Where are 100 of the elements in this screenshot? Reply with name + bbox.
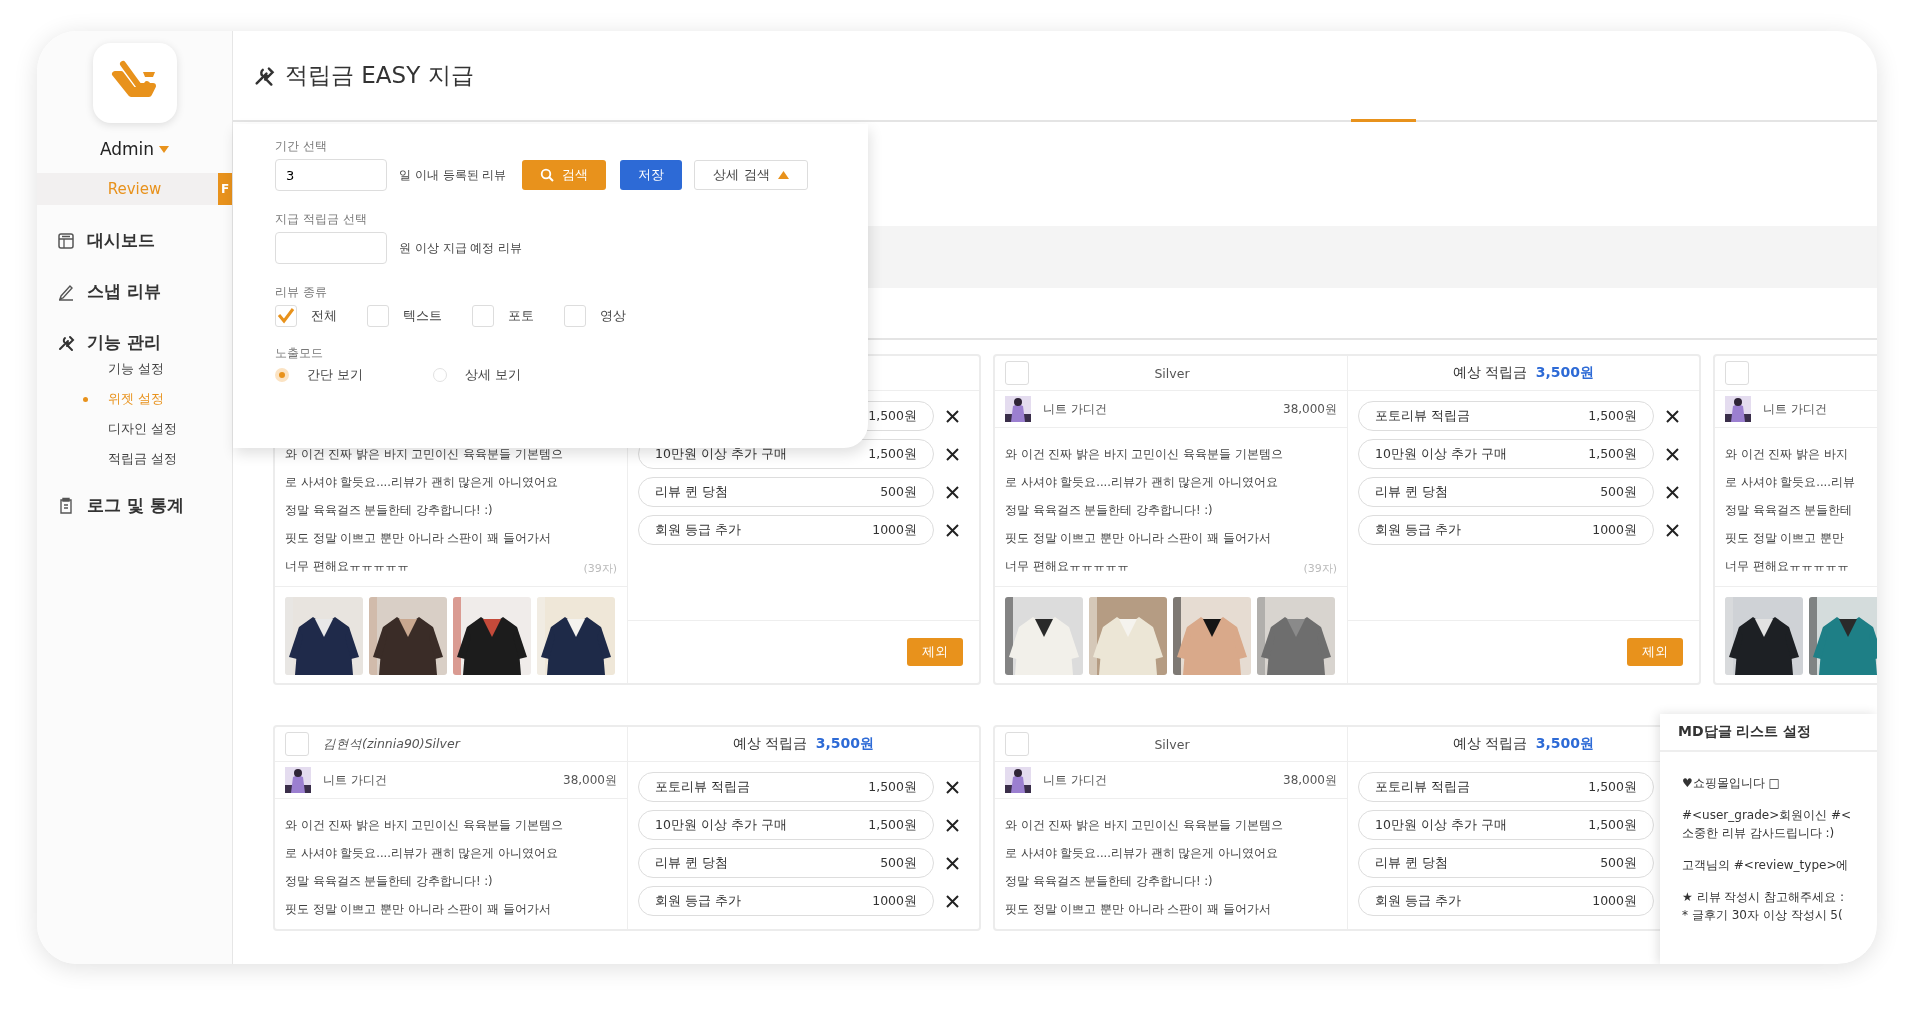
nav-item[interactable]: 대시보드 — [87, 229, 155, 252]
reward-amount: 1000원 — [872, 892, 917, 910]
product-name: 니트 가디건 — [1043, 771, 1107, 789]
field-label: 기간 선택 — [275, 138, 327, 155]
tools-icon — [253, 64, 275, 87]
close-icon[interactable] — [946, 856, 959, 870]
reward-amount: 1,500원 — [868, 816, 917, 834]
review-text-line: 정말 육육걸즈 분들한테 강추합니다! :) — [285, 502, 493, 519]
review-text-line: 로 사셔야 할듯요....리뷰 — [1725, 474, 1855, 491]
review-text-line: 정말 육육걸즈 분들한테 — [1725, 502, 1853, 519]
reward-name: 포토리뷰 적립금 — [1375, 407, 1470, 425]
checkbox[interactable] — [367, 305, 389, 327]
option-label[interactable]: 상세 보기 — [465, 366, 522, 384]
reward-name: 회원 등급 추가 — [1375, 521, 1461, 539]
field-suffix: 원 이상 지급 예정 리뷰 — [399, 239, 523, 257]
reply-text-line: ♥쇼핑몰입니다 □ — [1682, 775, 1781, 792]
close-icon[interactable] — [1666, 485, 1679, 499]
close-icon[interactable] — [1666, 523, 1679, 537]
checkbox[interactable] — [275, 305, 297, 327]
reward-name: 포토리뷰 적립금 — [1375, 778, 1470, 796]
reward-amount: 500원 — [1600, 854, 1637, 872]
pencil-icon — [57, 282, 75, 301]
checkbox[interactable] — [564, 305, 586, 327]
reward-name: 회원 등급 추가 — [655, 892, 741, 910]
option-label[interactable]: 전체 — [311, 307, 337, 325]
input-field[interactable] — [275, 232, 387, 264]
expected-reward: 예상 적립금 3,500원 — [732, 735, 875, 753]
field-suffix: 일 이내 등록된 리뷰 — [399, 166, 507, 184]
reply-text-line: ★ 리뷰 작성시 참고해주세요 : — [1682, 889, 1846, 906]
nav-subitem[interactable]: 적립금 설정 — [98, 450, 178, 468]
advanced-search-button[interactable]: 상세 검색 — [694, 160, 808, 190]
review-text-line: 너무 편해요ㅠㅠㅠㅠㅠ — [1725, 558, 1849, 575]
review-text-line: 핏도 정말 이쁘고 뿐만 아니라 스판이 꽤 들어가서 — [285, 530, 551, 547]
nav-item[interactable]: 로그 및 통계 — [87, 494, 184, 517]
nav-item[interactable]: 기능 관리 — [87, 331, 161, 354]
reward-name: 10만원 이상 추가 구매 — [1375, 445, 1507, 463]
reviewer-name: Silver — [1153, 736, 1191, 752]
user-name[interactable]: Admin — [99, 139, 155, 159]
review-text-line: 너무 편해요ㅠㅠㅠㅠㅠ — [285, 558, 409, 575]
product-price: 38,000원 — [563, 771, 617, 789]
option-label[interactable]: 영상 — [600, 307, 626, 325]
close-icon[interactable] — [946, 780, 959, 794]
checkbox[interactable] — [1725, 361, 1749, 385]
reply-text-line: * 글후기 30자 이상 작성시 5( — [1682, 907, 1844, 924]
expected-reward: 예상 적립금 3,500원 — [1452, 364, 1595, 382]
review-text-line: 정말 육육걸즈 분들한테 강추합니다! :) — [1005, 502, 1213, 519]
reply-text-line: #<user_grade>회원이신 #< — [1682, 807, 1853, 824]
option-label[interactable]: 텍스트 — [403, 307, 442, 325]
reward-amount: 500원 — [1600, 483, 1637, 501]
review-text-line: 핏도 정말 이쁘고 뿐만 아니라 스판이 꽤 들어가서 — [285, 901, 551, 918]
nav-subitem[interactable]: 기능 설정 — [98, 360, 165, 378]
reward-amount: 500원 — [880, 854, 917, 872]
tools-icon — [57, 333, 75, 352]
reward-amount: 1,500원 — [1588, 778, 1637, 796]
checkbox[interactable] — [472, 305, 494, 327]
close-icon[interactable] — [1666, 447, 1679, 461]
expected-reward: 예상 적립금 3,500원 — [1452, 735, 1595, 753]
dashboard-icon — [57, 231, 75, 250]
close-icon[interactable] — [1666, 409, 1679, 423]
reward-amount: 1,500원 — [1588, 445, 1637, 463]
search-icon[interactable] — [540, 168, 555, 182]
caret-icon[interactable] — [777, 171, 789, 179]
product-name: 니트 가디건 — [1763, 400, 1827, 418]
checkbox[interactable] — [285, 732, 309, 756]
close-icon[interactable] — [946, 523, 959, 537]
char-count: (39자) — [1303, 561, 1337, 576]
input-field[interactable]: 3 — [275, 159, 387, 191]
nav-item[interactable]: 스냅 리뷰 — [87, 280, 161, 303]
reward-name: 리뷰 퀸 당첨 — [655, 854, 728, 872]
review-text-line: 정말 육육걸즈 분들한테 강추합니다! :) — [285, 873, 493, 890]
caret-icon[interactable] — [159, 145, 170, 153]
review-text-line: 와 이건 진짜 밝은 바지 고민이신 육육분들 기본템으 — [285, 446, 563, 463]
review-text-line: 핏도 정말 이쁘고 뿐만 아니라 스판이 꽤 들어가서 — [1005, 901, 1271, 918]
reward-amount: 1,500원 — [868, 778, 917, 796]
reviewer-name: Silver — [1153, 365, 1191, 381]
reward-amount: 1,500원 — [1588, 407, 1637, 425]
reply-text-line: 소중한 리뷰 감사드립니다 :) — [1682, 825, 1836, 842]
option-label[interactable]: 포토 — [508, 307, 534, 325]
char-count: (39자) — [583, 561, 617, 576]
review-text-line: 로 사셔야 할듯요....리뷰가 괜히 많은게 아니였어요 — [1005, 474, 1278, 491]
checkbox[interactable] — [1005, 361, 1029, 385]
field-label: 노출모드 — [275, 345, 323, 362]
product-name: 니트 가디건 — [1043, 400, 1107, 418]
close-icon[interactable] — [946, 894, 959, 908]
checkbox[interactable] — [1005, 732, 1029, 756]
reward-name: 회원 등급 추가 — [655, 521, 741, 539]
close-icon[interactable] — [946, 409, 959, 423]
option-label[interactable]: 간단 보기 — [307, 366, 364, 384]
close-icon[interactable] — [946, 485, 959, 499]
review-text-line: 너무 편해요ㅠㅠㅠㅠㅠ — [1005, 558, 1129, 575]
close-icon[interactable] — [946, 818, 959, 832]
close-icon[interactable] — [946, 447, 959, 461]
review-text-line: 와 이건 진짜 밝은 바지 — [1725, 446, 1848, 463]
save-button[interactable]: 저장 — [620, 160, 683, 190]
review-text-line: 핏도 정말 이쁘고 뿐만 아니라 스판이 꽤 들어가서 — [1005, 530, 1271, 547]
radio-button[interactable] — [275, 368, 289, 382]
product-price: 38,000원 — [1283, 400, 1337, 418]
nav-subitem[interactable]: 디자인 설정 — [98, 420, 178, 438]
reviewer-name: 김현석(zinnia90)Silver — [322, 735, 462, 753]
review-text-line: 와 이건 진짜 밝은 바지 고민이신 육육분들 기본템으 — [1005, 446, 1283, 463]
